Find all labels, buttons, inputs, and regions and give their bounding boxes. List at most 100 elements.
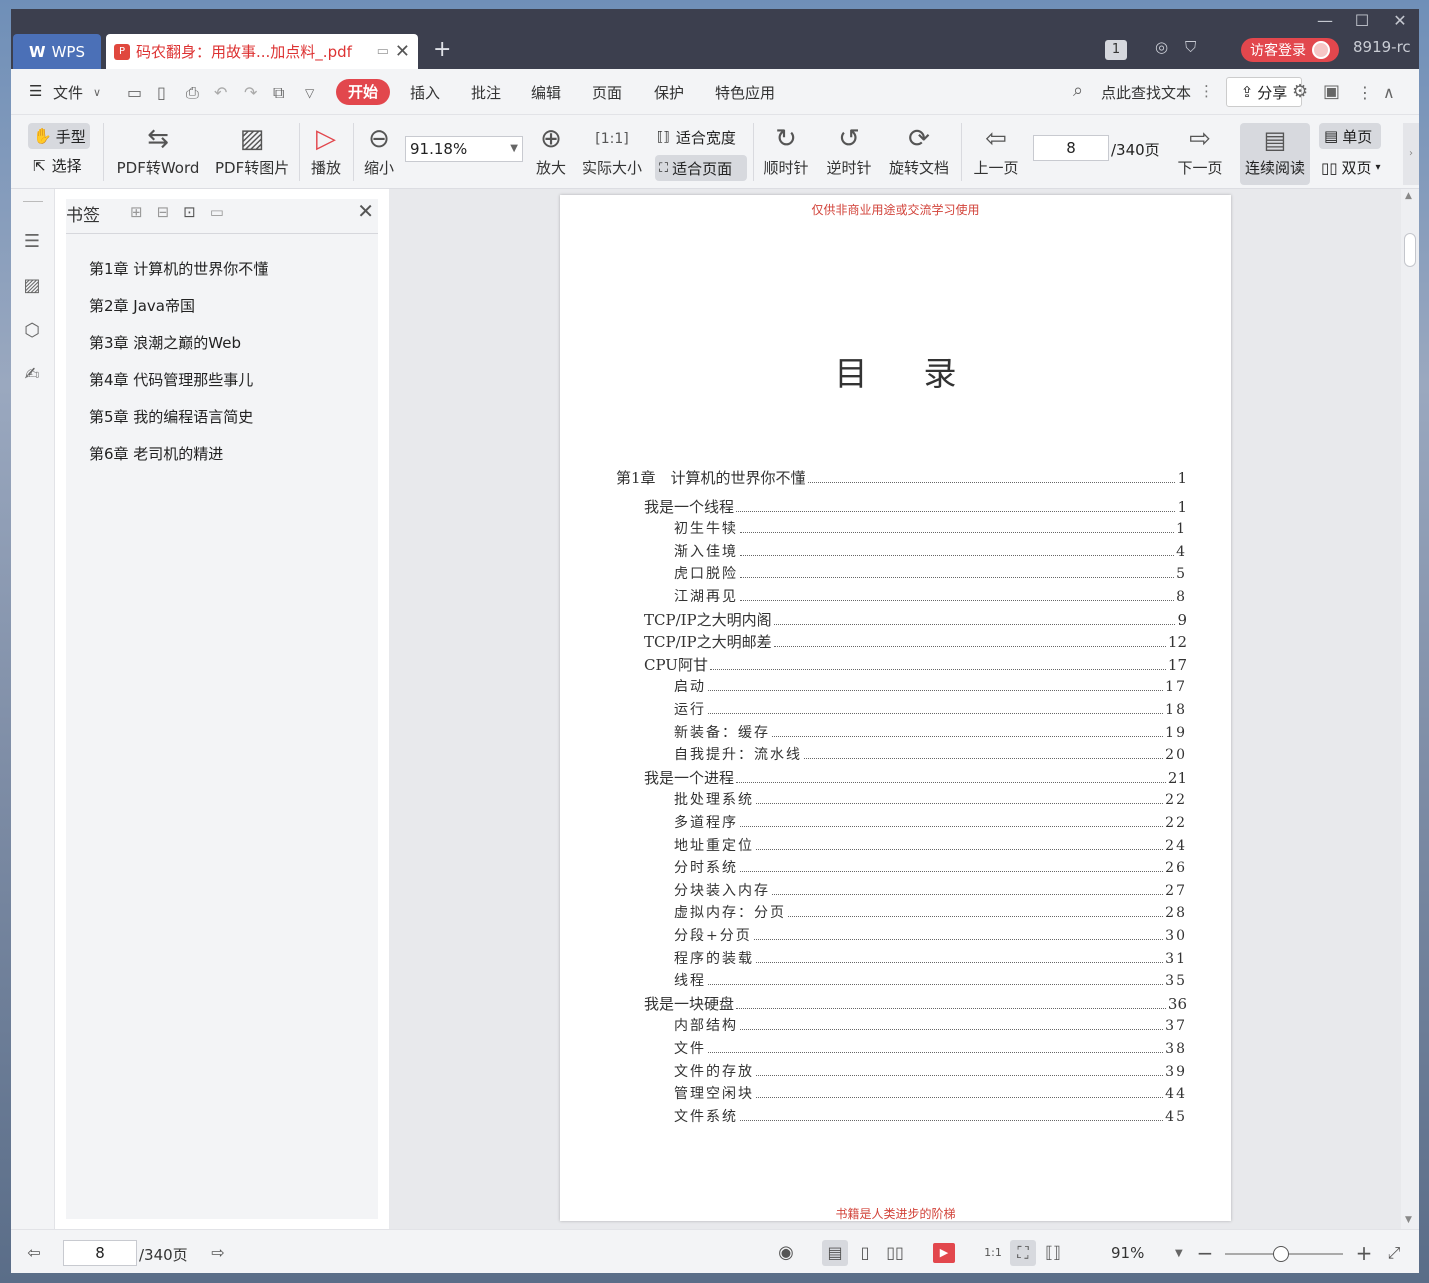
eye-protection-icon[interactable]: ◉ <box>773 1240 799 1266</box>
settings-gear-icon[interactable]: ⚙ <box>1292 81 1308 102</box>
signature-icon[interactable]: ✍ <box>21 364 43 386</box>
actual-size-status-icon[interactable]: 1:1 <box>980 1240 1006 1266</box>
document-viewer[interactable]: 仅供非商业用途或交流学习使用 目录 第1章 计算机的世界你不懂 1 我是一个线程 1 初… <box>389 189 1419 1229</box>
close-panel-icon[interactable]: ✕ <box>357 199 374 223</box>
share-button[interactable]: ⇪ 分享 <box>1226 77 1302 107</box>
next-page-icon[interactable]: ⇨ <box>205 1240 231 1266</box>
export-image-icon[interactable]: ⧉ <box>273 83 284 103</box>
fit-width-status-icon[interactable]: ⟦⟧ <box>1040 1240 1066 1266</box>
shirt-icon[interactable]: ⛉ <box>1185 38 1196 56</box>
toc-entry-page: 1 <box>1176 521 1187 538</box>
page-count-badge[interactable]: 1 <box>1105 40 1127 60</box>
pdf-to-image-button[interactable]: ▨ PDF转图片 <box>215 123 289 178</box>
bookmark-item[interactable]: 第5章 我的编程语言简史 <box>89 406 253 427</box>
scroll-down-icon[interactable]: ▼ <box>1405 1215 1412 1225</box>
file-menu[interactable]: 文件 <box>53 82 83 103</box>
single-view-icon[interactable]: ▯ <box>852 1240 878 1266</box>
zoom-level-select[interactable]: 91.18% ▼ <box>405 136 523 162</box>
maximize-icon[interactable]: ☐ <box>1349 11 1375 30</box>
chevron-down-icon[interactable]: ∨ <box>93 86 101 99</box>
page-number-input[interactable]: 8 <box>1033 135 1109 161</box>
fit-width-button[interactable]: ⟦⟧ 适合宽度 <box>657 127 736 148</box>
rotate-document-button[interactable]: ⟳ 旋转文档 <box>887 123 951 178</box>
close-window-icon[interactable]: ✕ <box>1387 11 1413 30</box>
fullscreen-icon[interactable]: ⤢ <box>1381 1240 1407 1266</box>
bookmark-item[interactable]: 第1章 计算机的世界你不懂 <box>89 258 268 279</box>
undo-icon[interactable]: ↶ <box>214 83 227 102</box>
open-folder-icon[interactable]: ▭ <box>127 83 142 102</box>
thumbnail-icon[interactable]: ▨ <box>21 275 43 297</box>
add-bookmark-icon[interactable]: ⊡ <box>183 203 196 221</box>
actual-size-button[interactable]: [1:1] 实际大小 <box>580 123 644 178</box>
previous-page-button[interactable]: ⇦ 上一页 <box>971 123 1021 178</box>
minimize-icon[interactable]: — <box>1312 11 1338 30</box>
tab-screen-icon[interactable]: ▭ <box>377 44 389 59</box>
play-button[interactable]: ▷ 播放 <box>307 123 345 178</box>
tab-annotate[interactable]: 批注 <box>471 82 501 103</box>
single-page-button[interactable]: ▤ 单页 <box>1319 123 1381 149</box>
zoom-in-button[interactable]: ⊕ 放大 <box>533 123 569 178</box>
separator <box>299 123 300 181</box>
double-view-icon[interactable]: ▯▯ <box>882 1240 908 1266</box>
tab-edit[interactable]: 编辑 <box>531 82 561 103</box>
bookmark-item[interactable]: 第3章 浪潮之巅的Web <box>89 332 241 353</box>
status-page-input[interactable]: 8 <box>63 1240 137 1266</box>
close-tab-icon[interactable]: ✕ <box>395 41 410 62</box>
collapse-all-icon[interactable]: ⊟ <box>157 203 170 221</box>
tab-page[interactable]: 页面 <box>592 82 622 103</box>
continuous-view-icon[interactable]: ▤ <box>822 1240 848 1266</box>
play-slideshow-icon[interactable]: ▶ <box>933 1243 955 1263</box>
double-page-button[interactable]: ▯▯ 双页 ▾ <box>1321 157 1381 178</box>
bookmark-item[interactable]: 第6章 老司机的精进 <box>89 443 223 464</box>
save-icon[interactable]: ▯ <box>157 83 166 102</box>
zoom-out-button[interactable]: ⊖ 缩小 <box>361 123 397 178</box>
zoom-in-plus-icon[interactable]: + <box>1351 1240 1377 1266</box>
wps-home-tab[interactable]: W WPS <box>13 34 101 69</box>
comment-icon[interactable]: ▣ <box>1323 81 1340 102</box>
tab-special-apps[interactable]: 特色应用 <box>715 82 775 103</box>
scrollbar-thumb[interactable] <box>1404 233 1416 267</box>
fit-page-button[interactable]: ⛶ 适合页面 <box>655 155 747 181</box>
print-icon[interactable]: ⎙ <box>186 83 199 103</box>
rotate-counterclockwise-button[interactable]: ↺ 逆时针 <box>824 123 874 178</box>
zoom-out-minus-icon[interactable]: − <box>1192 1240 1218 1266</box>
zoom-percent[interactable]: 91% <box>1111 1244 1144 1262</box>
search-icon[interactable]: ⌕ <box>1073 80 1083 101</box>
tab-insert[interactable]: 插入 <box>410 82 440 103</box>
toc-entry-title: 新装备：缓存 <box>674 724 770 741</box>
zoom-slider-knob[interactable] <box>1273 1246 1290 1262</box>
find-text-button[interactable]: 点此查找文本 <box>1101 82 1191 103</box>
expand-all-icon[interactable]: ⊞ <box>130 203 143 221</box>
bookmark-list-icon[interactable]: ☰ <box>21 231 43 253</box>
rotate-clockwise-button[interactable]: ↻ 顺时针 <box>761 123 811 178</box>
document-tab[interactable]: P 码农翻身：用故事...加点料_.pdf ▭ ✕ <box>106 34 418 69</box>
hand-tool-button[interactable]: ✋ 手型 <box>28 123 90 149</box>
next-page-button[interactable]: ⇨ 下一页 <box>1175 123 1225 178</box>
hamburger-icon[interactable]: ☰ <box>29 82 42 100</box>
zoom-slider[interactable] <box>1225 1246 1343 1262</box>
tab-start[interactable]: 开始 <box>336 79 390 105</box>
scroll-up-icon[interactable]: ▲ <box>1405 191 1412 201</box>
annotation-icon[interactable]: ⬡ <box>21 320 43 342</box>
new-tab-button[interactable]: + <box>433 37 451 62</box>
vertical-scrollbar[interactable]: ▲ ▼ <box>1401 189 1419 1229</box>
toolbar-scroll-right-icon[interactable]: › <box>1403 123 1419 185</box>
quick-access-dropdown-icon[interactable]: ▽ <box>305 86 314 100</box>
more-options-icon[interactable]: ⋮ <box>1357 83 1373 102</box>
more-vertical-icon[interactable]: ⋮ <box>1199 82 1214 100</box>
continuous-reading-button[interactable]: ▤ 连续阅读 <box>1240 123 1310 185</box>
guest-login-button[interactable]: 访客登录 <box>1241 38 1339 62</box>
delete-bookmark-icon[interactable]: ▭ <box>210 203 224 221</box>
skin-icon[interactable]: ◎ <box>1155 38 1168 56</box>
select-tool-button[interactable]: ⇱ 选择 <box>33 155 82 176</box>
pdf-to-word-button[interactable]: ⇆ PDF转Word <box>114 123 202 178</box>
bookmark-item[interactable]: 第4章 代码管理那些事儿 <box>89 369 253 390</box>
tab-protect[interactable]: 保护 <box>654 82 684 103</box>
previous-page-icon[interactable]: ⇦ <box>21 1240 47 1266</box>
redo-icon[interactable]: ↷ <box>244 83 257 102</box>
fit-page-status-icon[interactable]: ⛶ <box>1010 1240 1036 1266</box>
chevron-down-icon[interactable]: ▼ <box>1175 1248 1183 1259</box>
sidebar-drag-handle[interactable] <box>23 201 43 202</box>
bookmark-item[interactable]: 第2章 Java帝国 <box>89 295 195 316</box>
collapse-ribbon-icon[interactable]: ∧ <box>1383 83 1395 102</box>
